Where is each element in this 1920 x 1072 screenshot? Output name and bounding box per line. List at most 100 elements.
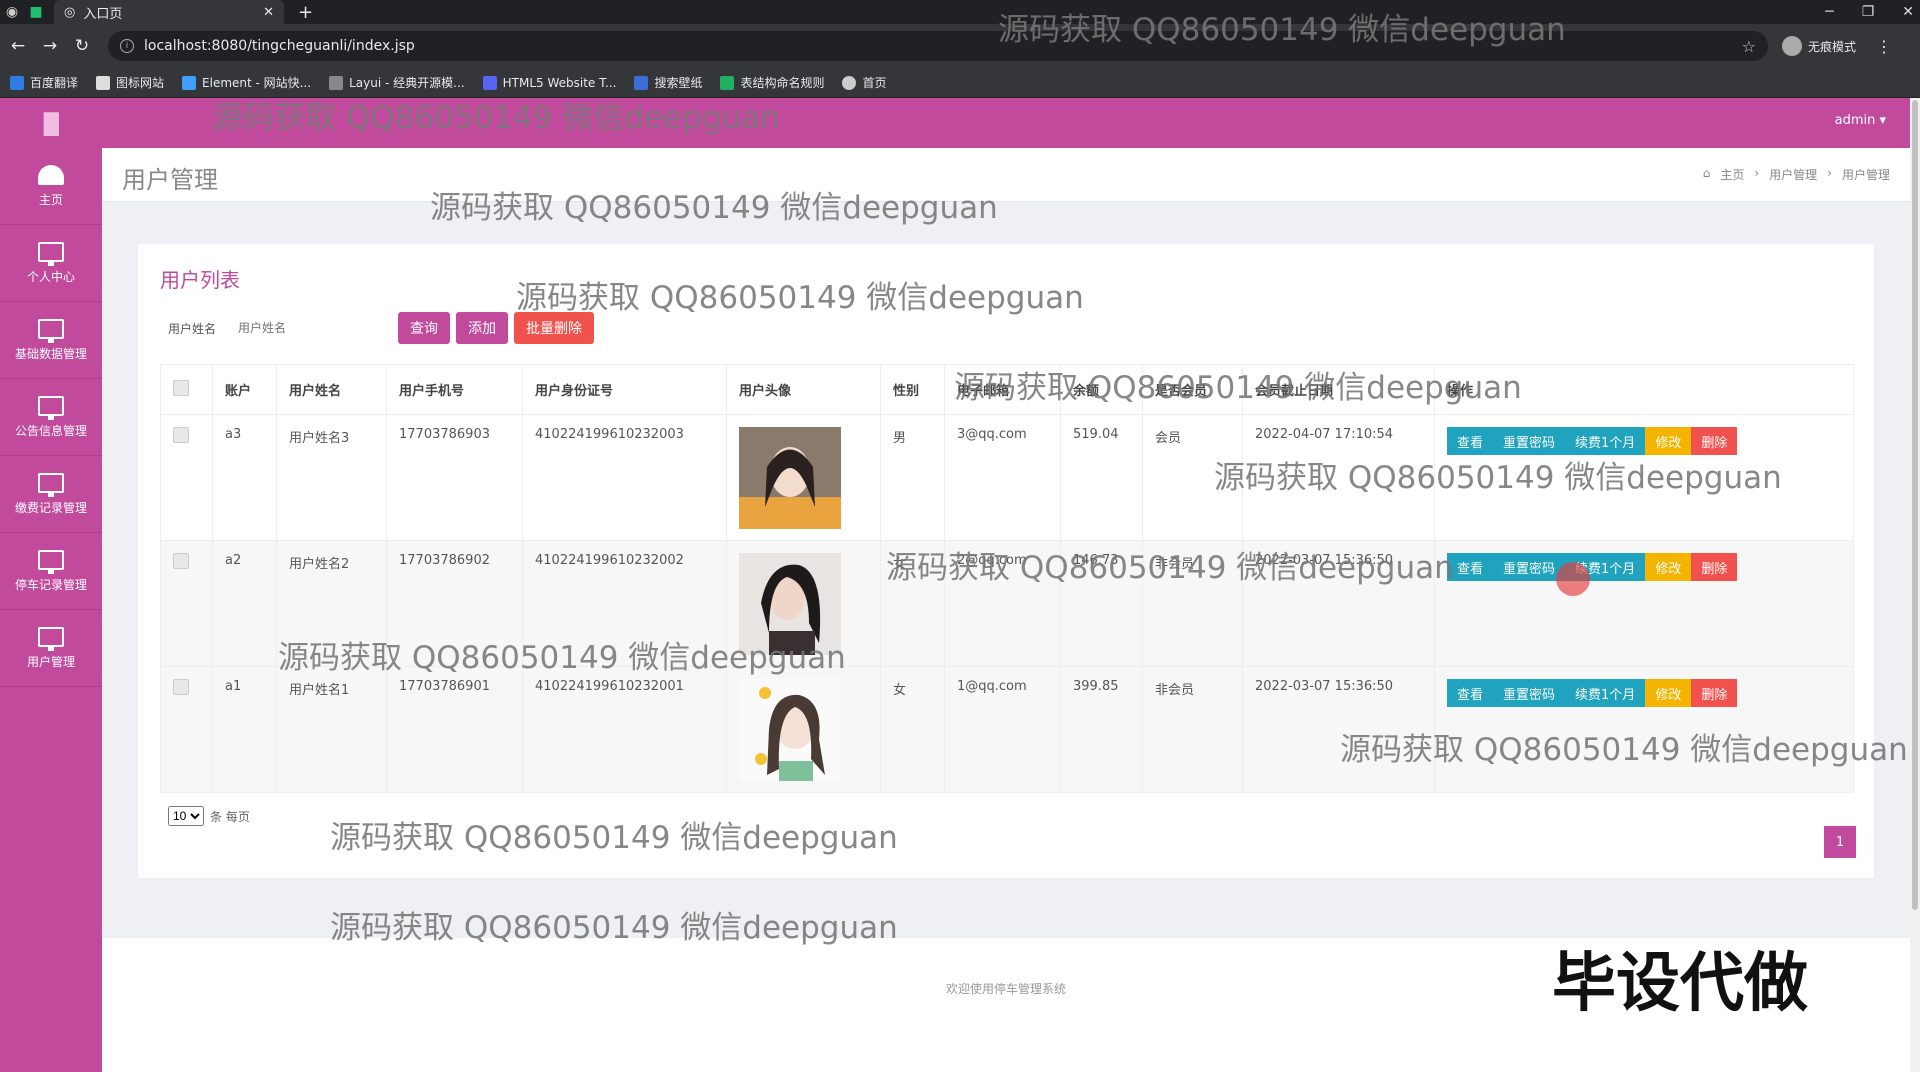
breadcrumb-item[interactable]: 用户管理 (1769, 166, 1817, 183)
panel-title: 用户列表 (160, 268, 240, 292)
cell-balance: 519.04 (1060, 414, 1143, 541)
row-checkbox[interactable] (173, 427, 189, 443)
bookmark-item[interactable]: Element - 网站快... (182, 74, 311, 91)
monitor-icon (38, 472, 64, 497)
info-icon[interactable]: i (120, 39, 134, 53)
column-header: 用户身份证号 (522, 364, 727, 415)
sidebar-item-label: 基础数据管理 (14, 346, 87, 361)
sidebar-item-parking[interactable]: 停车记录管理 (0, 533, 102, 610)
row-actions: 查看 重置密码 续费1个月 修改 删除 (1447, 427, 1853, 455)
bookmark-icon (720, 75, 735, 90)
sidebar-item-label: 停车记录管理 (14, 577, 87, 592)
forward-button[interactable]: → (36, 32, 64, 60)
column-header: 用户头像 (726, 364, 881, 415)
row-checkbox-cell (160, 540, 213, 667)
sidebar-item-base-data[interactable]: 基础数据管理 (0, 302, 102, 379)
address-bar: ← → ↻ i localhost:8080/tingcheguanli/ind… (0, 24, 1920, 68)
back-button[interactable]: ← (4, 32, 32, 60)
bookmark-item[interactable]: 搜索壁纸 (634, 74, 702, 91)
watermark-text: 源码获取 QQ86050149 微信deepguan (330, 910, 898, 946)
bookmark-item[interactable]: HTML5 Website T... (482, 75, 616, 90)
restore-button[interactable]: ❐ (1862, 4, 1875, 20)
row-checkbox[interactable] (173, 679, 189, 695)
view-button[interactable]: 查看 (1447, 553, 1494, 581)
sidebar-item-label: 主页 (38, 192, 63, 207)
reset-password-button[interactable]: 重置密码 (1493, 679, 1566, 707)
edit-button[interactable]: 修改 (1645, 553, 1692, 581)
row-checkbox-cell (160, 666, 213, 793)
minimize-button[interactable]: ─ (1825, 4, 1833, 20)
search-label: 用户姓名 (168, 321, 217, 336)
column-header: 用户手机号 (386, 364, 523, 415)
sidebar-item-label: 个人中心 (26, 269, 75, 284)
new-tab-button[interactable]: + (298, 2, 313, 23)
close-icon[interactable]: ✕ (263, 5, 274, 20)
watermark-big-text: 毕设代做 (1552, 947, 1808, 1021)
edit-button[interactable]: 修改 (1645, 427, 1692, 455)
add-button[interactable]: 添加 (456, 312, 508, 344)
edit-button[interactable]: 修改 (1645, 679, 1692, 707)
pagination-page-1[interactable]: 1 (1824, 826, 1856, 858)
incognito-indicator[interactable]: 无痕模式 (1782, 36, 1856, 56)
bookmark-star-icon[interactable]: ☆ (1742, 37, 1756, 56)
bookmark-item[interactable]: 首页 (842, 74, 887, 91)
delete-button[interactable]: 删除 (1691, 553, 1738, 581)
reset-password-button[interactable]: 重置密码 (1493, 427, 1566, 455)
page-size-control: 10 条 每页 (168, 806, 250, 826)
sidebar-item-label: 缴费记录管理 (14, 500, 87, 515)
sidebar-item-users[interactable]: 用户管理 (0, 610, 102, 687)
close-window-button[interactable]: ✕ (1902, 4, 1914, 20)
browser-menu-icon[interactable]: ⋮ (1876, 37, 1892, 56)
name-search-input[interactable] (238, 313, 398, 343)
cell-name: 用户姓名3 (276, 414, 387, 541)
column-header: 用户姓名 (276, 364, 387, 415)
view-button[interactable]: 查看 (1447, 427, 1494, 455)
page-scrollbar[interactable] (1910, 98, 1920, 1072)
tab-app-icon[interactable]: ■ (24, 0, 48, 24)
bookmark-item[interactable]: 百度翻译 (10, 74, 78, 91)
select-all-checkbox[interactable] (173, 379, 189, 396)
row-actions: 查看 重置密码 续费1个月 修改 删除 (1447, 679, 1853, 707)
sidebar-item-profile[interactable]: 个人中心 (0, 225, 102, 302)
query-button[interactable]: 查询 (398, 312, 450, 344)
cell-phone: 17703786903 (386, 414, 523, 541)
reload-button[interactable]: ↻ (68, 32, 96, 60)
select-all-header (160, 364, 213, 415)
sidebar-item-notice[interactable]: 公告信息管理 (0, 379, 102, 456)
admin-menu[interactable]: admin ▾ (1835, 113, 1886, 128)
monitor-icon (38, 241, 64, 266)
sidebar-item-label: 用户管理 (26, 654, 75, 669)
flag-icon (96, 75, 111, 90)
browser-icon[interactable]: ◉ (0, 0, 24, 24)
sidebar-item-home[interactable]: 主页 (0, 148, 102, 225)
page-size-select[interactable]: 10 (168, 806, 204, 826)
watermark-text: 源码获取 QQ86050149 微信deepguan (278, 640, 846, 676)
scrollbar-thumb[interactable] (1912, 100, 1918, 910)
bookmark-item[interactable]: 表结构命名规则 (720, 74, 824, 91)
renew-button[interactable]: 续费1个月 (1565, 427, 1646, 455)
reset-password-button[interactable]: 重置密码 (1493, 553, 1566, 581)
breadcrumb-home[interactable]: 主页 (1720, 166, 1744, 183)
sidebar-item-payment[interactable]: 缴费记录管理 (0, 456, 102, 533)
row-checkbox-cell (160, 414, 213, 541)
sidebar: 主页 个人中心 基础数据管理 公告信息管理 缴费记录管理 停车记录管理 用户管理 (0, 148, 102, 1072)
bookmark-item[interactable]: 图标网站 (96, 74, 164, 91)
delete-button[interactable]: 删除 (1691, 427, 1738, 455)
per-page-label: 条 每页 (210, 809, 250, 824)
bookmark-item[interactable]: Layui - 经典开源模... (329, 74, 465, 91)
cell-name: 用户姓名1 (276, 666, 387, 793)
watermark-text: 源码获取 QQ86050149 微信deepguan (430, 190, 998, 226)
bookmark-icon (329, 75, 344, 90)
cell-ops: 查看 重置密码 续费1个月 修改 删除 (1434, 540, 1854, 667)
row-checkbox[interactable] (173, 553, 189, 569)
globe-icon (842, 75, 857, 90)
browser-tab[interactable]: ◎ 入口页 ✕ (54, 0, 284, 24)
column-header: 性别 (880, 364, 945, 415)
delete-button[interactable]: 删除 (1691, 679, 1738, 707)
breadcrumb-current: 用户管理 (1841, 168, 1890, 182)
view-button[interactable]: 查看 (1447, 679, 1494, 707)
tab-title: 入口页 (83, 6, 123, 22)
cell-account: a3 (212, 414, 277, 541)
renew-button[interactable]: 续费1个月 (1565, 679, 1646, 707)
dashboard-icon (38, 164, 64, 185)
